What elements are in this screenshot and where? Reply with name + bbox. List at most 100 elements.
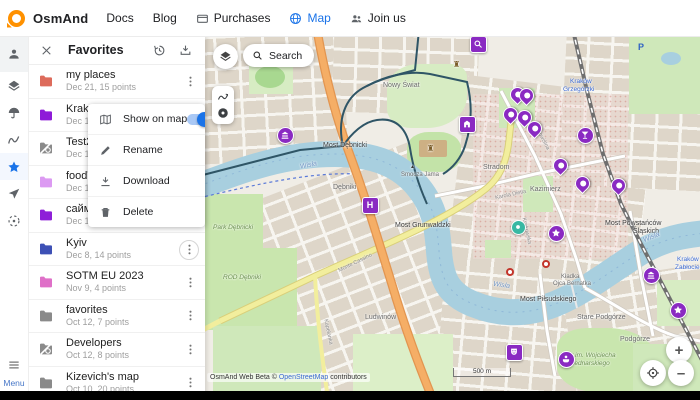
folder-icon (38, 73, 54, 94)
folder-icon (38, 207, 54, 228)
nav-item-docs[interactable]: Docs (106, 11, 133, 25)
map-label: ▲ (410, 164, 415, 170)
kebab-menu-icon[interactable] (181, 374, 199, 392)
favorites-folder-row[interactable]: DevelopersOct 12, 8 points (28, 333, 205, 367)
favorite-pin-marker[interactable] (571, 173, 592, 194)
layers-icon (7, 79, 21, 93)
folder-icon (38, 241, 54, 262)
map-label: Most Grunwaldzki (395, 222, 451, 229)
poi-marker-star[interactable] (670, 302, 687, 319)
nav-item-join-us[interactable]: Join us (350, 11, 406, 25)
map-label: Podgórze (620, 336, 650, 343)
sidebar-item-route-dashed[interactable] (0, 207, 28, 234)
map-layers-button[interactable] (213, 44, 238, 69)
osmand-logo-icon (8, 10, 25, 27)
poi-marker-martini[interactable] (577, 127, 594, 144)
map-label: Kraków (677, 256, 699, 263)
favorites-folder-row[interactable]: SOTM EU 2023Nov 9, 4 points (28, 266, 205, 300)
favorites-folder-row[interactable]: KyivDec 8, 14 points (28, 233, 205, 267)
folder-subtitle: Dec 21, 15 points (66, 82, 136, 92)
map-label: Smocza Jama (401, 172, 439, 178)
favorites-folder-row[interactable]: favoritesOct 12, 7 points (28, 300, 205, 334)
nav-label: Purchases (214, 11, 271, 25)
download-icon (99, 175, 112, 188)
import-icon[interactable] (179, 44, 192, 57)
show-on-map-toggle[interactable] (187, 114, 205, 125)
poi-marker-masks[interactable] (506, 344, 523, 361)
folder-icon (38, 174, 54, 195)
context-menu-item-show-on-map[interactable]: Show on map (88, 104, 205, 135)
folder-icon (38, 308, 54, 329)
pencil-icon (99, 144, 112, 157)
info-circle-icon[interactable] (217, 107, 229, 119)
context-menu-item-delete[interactable]: Delete (88, 197, 205, 227)
kebab-menu-icon[interactable] (181, 72, 199, 90)
context-menu-label: Download (123, 175, 205, 187)
context-menu-label: Show on map (123, 113, 187, 125)
folder-icon (38, 107, 54, 128)
nav-item-purchases[interactable]: Purchases (196, 11, 271, 25)
kebab-menu-icon[interactable] (181, 273, 199, 291)
map-label: Kapelanka (322, 319, 333, 346)
favorite-pin-marker[interactable] (607, 175, 628, 196)
poi-marker-search[interactable] (470, 36, 487, 53)
folder-name: Developers (66, 337, 122, 349)
map-label: Wisła (299, 160, 317, 170)
favorite-pin-marker[interactable] (549, 155, 570, 176)
poi-marker-columns[interactable] (277, 127, 294, 144)
osm-link[interactable]: OpenStreetMap (279, 374, 328, 381)
nav-item-map[interactable]: Map (289, 11, 330, 25)
poi-marker-bath[interactable] (558, 351, 575, 368)
kebab-menu-icon[interactable] (181, 340, 199, 358)
map-canvas[interactable]: Nowy ŚwiatDębnikiStradomKazimierzLudwinó… (205, 36, 700, 400)
map-label: Park Dębnicki (213, 224, 253, 231)
map-scale: 500 m (453, 368, 511, 377)
context-menu-item-download[interactable]: Download (88, 166, 205, 197)
map-label: Ludwinów (365, 314, 396, 321)
hidden-eye-off-icon (38, 140, 54, 156)
plan-route-icon[interactable] (217, 91, 229, 103)
locate-button[interactable] (640, 360, 666, 386)
people-icon (350, 12, 363, 25)
map-search-button[interactable]: Search (243, 44, 314, 67)
nav-label: Docs (106, 11, 133, 25)
menu-button[interactable]: Menu (0, 358, 28, 388)
poi-marker-building[interactable] (459, 116, 476, 133)
kebab-menu-icon[interactable] (181, 307, 199, 325)
map-label: Karola Dietla (495, 189, 527, 201)
zoom-out-button[interactable]: – (668, 360, 694, 386)
poi-marker-columns[interactable] (643, 267, 660, 284)
map-label: Kazimierz (530, 186, 561, 193)
favorites-folder-row[interactable]: my placesDec 21, 15 points (28, 65, 205, 99)
sidebar-item-track[interactable] (0, 126, 28, 153)
map-label: ♜ (453, 60, 460, 69)
map-label: Bednarskiego (570, 360, 610, 367)
nav-item-blog[interactable]: Blog (153, 11, 177, 25)
panel-title: Favorites (68, 43, 153, 57)
bottom-black-bar (0, 391, 700, 400)
map-tools[interactable] (212, 86, 234, 124)
poi-marker-red[interactable] (506, 268, 514, 276)
map-label: Most Powstańców (605, 220, 661, 227)
nav-label: Join us (368, 11, 406, 25)
history-icon[interactable] (153, 44, 166, 57)
kebab-menu-icon[interactable] (179, 240, 199, 260)
map-label: Grzegórzki (563, 86, 594, 93)
person-icon (7, 47, 21, 61)
close-icon[interactable] (40, 44, 53, 57)
sidebar-item-navigation[interactable] (0, 180, 28, 207)
folder-context-menu: Show on map Rename Download Delete (88, 104, 205, 227)
sidebar-item-star[interactable] (0, 153, 28, 180)
folder-name: Kyiv (66, 237, 87, 249)
poi-marker-star[interactable] (548, 225, 565, 242)
poi-marker-H[interactable]: H (362, 197, 379, 214)
context-menu-item-rename[interactable]: Rename (88, 135, 205, 166)
nav-links: Docs Blog Purchases Map Join us (106, 11, 405, 25)
poi-marker-dot[interactable] (511, 220, 526, 235)
map-label: Ojca Bernatka (553, 281, 591, 287)
sidebar-item-person[interactable] (0, 36, 28, 72)
sidebar-item-umbrella[interactable] (0, 99, 28, 126)
map-label: Stare Podgórze (577, 314, 626, 321)
poi-marker-red[interactable] (542, 260, 550, 268)
sidebar-item-layers[interactable] (0, 72, 28, 99)
